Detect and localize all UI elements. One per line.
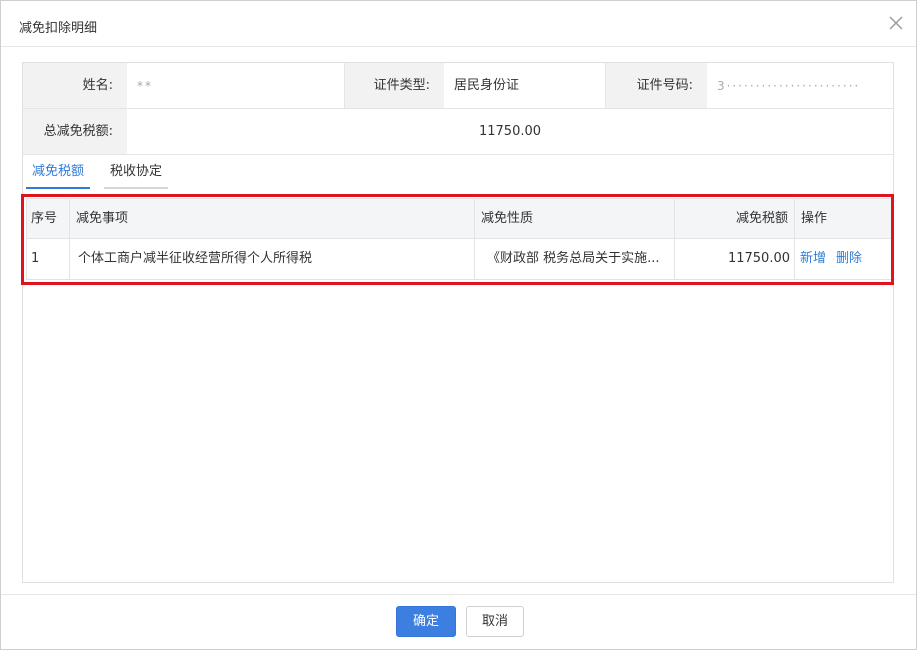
footer-divider [1, 594, 916, 595]
total-value: 11750.00 [478, 124, 542, 139]
id-number-value: 3······················· [707, 63, 893, 108]
dialog-header: 减免扣除明细 [1, 1, 916, 47]
row-actions: 新增 删除 [795, 239, 891, 279]
cancel-button[interactable]: 取消 [466, 606, 524, 637]
deduction-detail-dialog: 减免扣除明细 姓名: ** 证件类型: 居民身份证 证件号码: 3·······… [0, 0, 917, 650]
header-nature: 减免性质 [475, 199, 675, 238]
content-panel: 姓名: ** 证件类型: 居民身份证 证件号码: 3··············… [22, 62, 894, 583]
dialog-title: 减免扣除明细 [19, 21, 98, 36]
add-link[interactable]: 新增 [800, 251, 826, 266]
tab-bar: 减免税额 税收协定 [23, 155, 893, 189]
name-value: ** [127, 63, 344, 108]
table-row: 1 个体工商户减半征收经营所得个人所得税 《财政部 税务总局关于实施... 11… [26, 239, 892, 280]
header-amount: 减免税额 [675, 199, 795, 238]
row-amount: 11750.00 [675, 239, 795, 279]
id-number-value-text: 3······················· [717, 79, 861, 93]
info-row-total: 总减免税额: 11750.00 [23, 109, 893, 155]
name-value-text: ** [137, 79, 153, 93]
table-header: 序号 减免事项 减免性质 减免税额 操作 [26, 198, 892, 239]
row-nature: 《财政部 税务总局关于实施... [475, 239, 675, 279]
reduction-table: 序号 减免事项 减免性质 减免税额 操作 1 个体工商户减半征收经营所得个人所得… [26, 198, 892, 280]
header-index: 序号 [27, 199, 70, 238]
total-label: 总减免税额: [23, 109, 127, 154]
delete-link[interactable]: 删除 [836, 251, 862, 266]
tab-tax-treaty[interactable]: 税收协定 [104, 163, 169, 189]
row-index: 1 [27, 239, 70, 279]
info-row-identity: 姓名: ** 证件类型: 居民身份证 证件号码: 3··············… [23, 63, 893, 109]
header-actions: 操作 [801, 211, 828, 226]
row-item: 个体工商户减半征收经营所得个人所得税 [70, 239, 475, 279]
name-label: 姓名: [23, 63, 127, 108]
header-item: 减免事项 [70, 199, 475, 238]
id-number-label: 证件号码: [605, 63, 707, 108]
id-type-label: 证件类型: [344, 63, 444, 108]
close-icon[interactable] [886, 13, 906, 33]
id-type-value: 居民身份证 [454, 78, 520, 93]
tab-tax-reduction[interactable]: 减免税额 [26, 163, 91, 189]
confirm-button[interactable]: 确定 [396, 606, 456, 637]
